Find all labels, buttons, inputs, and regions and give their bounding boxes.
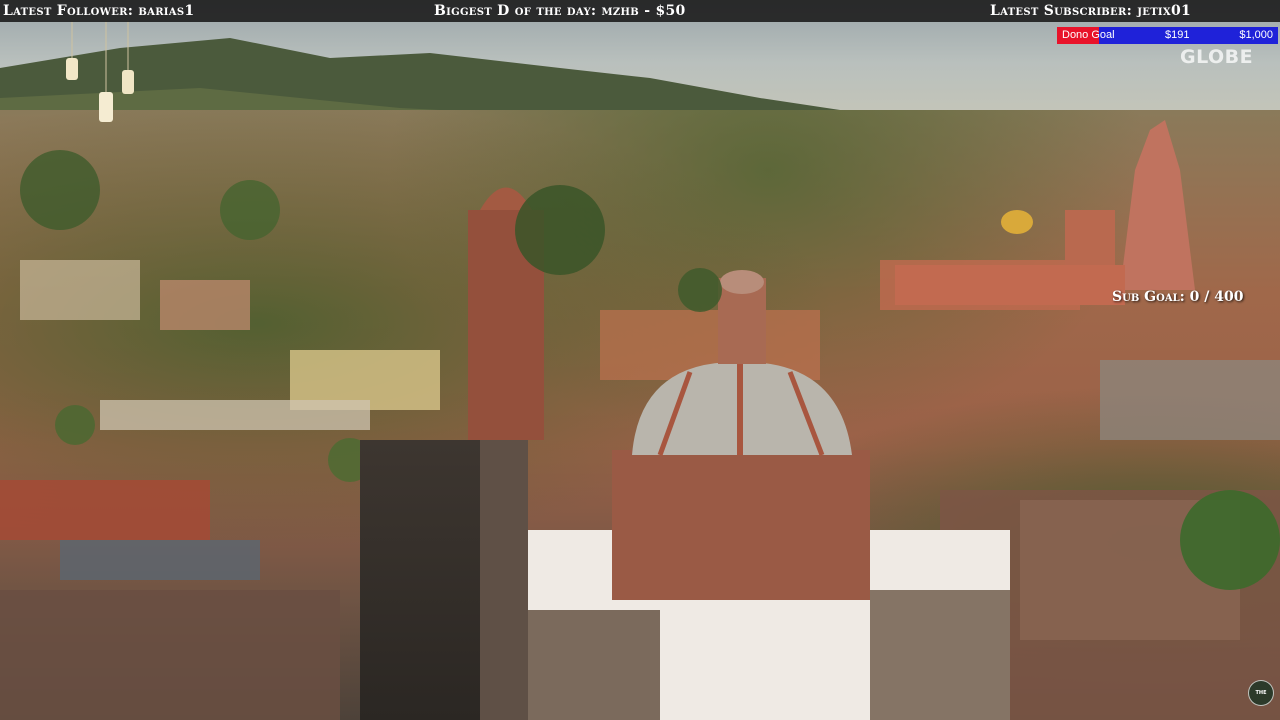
donation-goal-target-amount: $1,000 xyxy=(1239,29,1273,41)
donation-goal-bar: Dono Goal $191 $1,000 xyxy=(1057,27,1278,44)
globe-corner-badge-icon: THE GLOBE xyxy=(1248,680,1274,706)
stream-video-background xyxy=(0,0,1280,720)
donation-goal-current-amount: $191 xyxy=(1165,29,1190,41)
street xyxy=(360,440,480,720)
latest-subscriber-label: Latest Subscriber: jetix01 xyxy=(990,3,1192,19)
rooftops xyxy=(0,120,1280,720)
stream-ticker-bar: Latest Follower: barias1 Biggest D of th… xyxy=(0,0,1280,22)
hanging-lanterns-decoration xyxy=(66,20,134,122)
latest-follower-label: Latest Follower: barias1 xyxy=(3,3,195,19)
donation-goal-title: Dono Goal xyxy=(1062,29,1115,41)
sub-goal-label: Sub Goal: 0 / 400 xyxy=(1112,289,1244,305)
globe-logo-watermark: GLOBE xyxy=(1180,46,1254,68)
biggest-donation-label: Biggest D of the day: mzhb - $50 xyxy=(434,3,686,19)
